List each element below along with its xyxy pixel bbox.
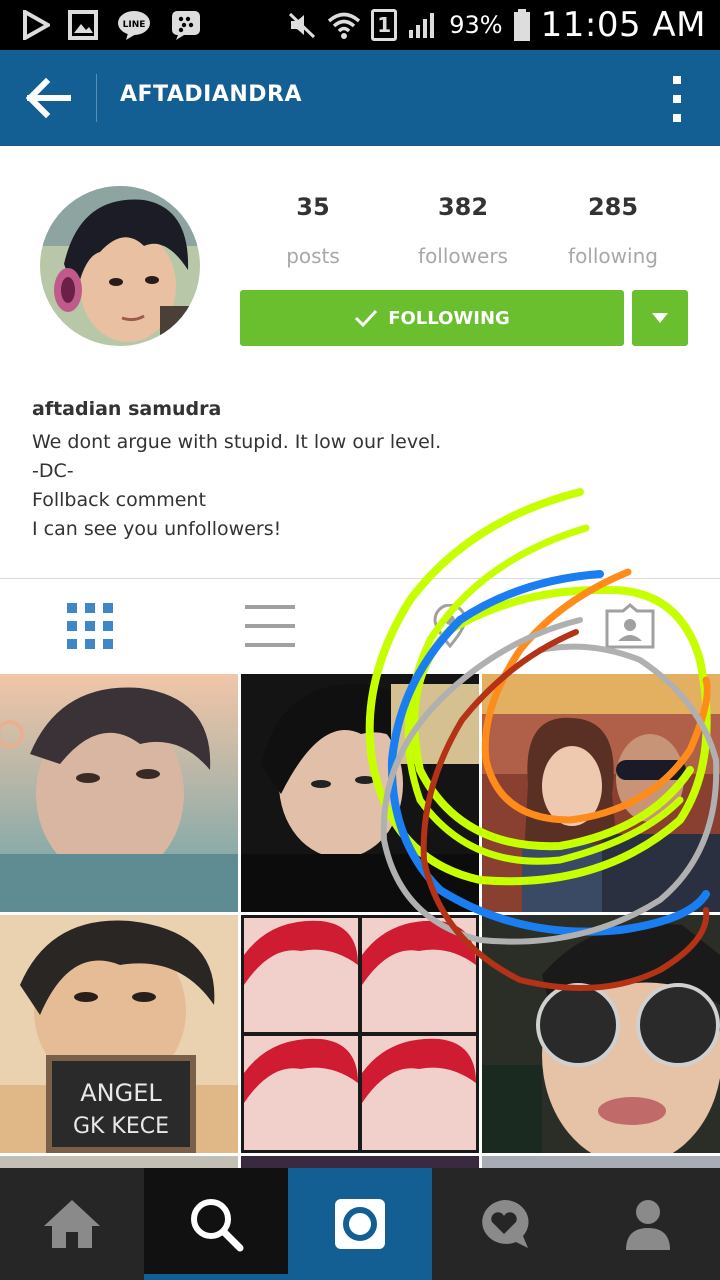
chalkboard-text: ANGEL — [80, 1079, 162, 1107]
person-icon — [626, 1200, 670, 1250]
avatar-image — [40, 186, 200, 346]
nav-active-indicator — [144, 1274, 288, 1280]
follow-options-dropdown[interactable] — [632, 290, 688, 346]
svg-text:LINE: LINE — [123, 20, 146, 30]
signal-icon — [409, 13, 435, 38]
home-icon — [44, 1200, 100, 1248]
page-title: AFTADIANDRA — [120, 82, 302, 107]
photo-image — [241, 674, 479, 912]
bio-line: I can see you unfollowers! — [32, 518, 282, 540]
photo-tile[interactable] — [241, 915, 479, 1153]
photo-image — [0, 674, 238, 912]
sim-icon: 1 — [371, 9, 398, 41]
avatar[interactable] — [40, 186, 200, 346]
tabs-divider — [0, 578, 720, 579]
stat-posts-label: posts — [286, 244, 340, 268]
photo-image — [482, 674, 720, 912]
stat-followers-label: followers — [418, 244, 508, 268]
checkmark-icon — [355, 309, 378, 328]
status-bar: LINE 1 93% 11:05 AM — [0, 0, 720, 50]
camera-icon — [335, 1199, 385, 1249]
battery-icon — [513, 9, 530, 41]
nav-home[interactable] — [0, 1168, 144, 1280]
list-icon — [245, 605, 295, 647]
mute-icon — [289, 12, 316, 39]
tab-list-view[interactable] — [180, 580, 360, 672]
nav-explore[interactable] — [144, 1168, 288, 1280]
stat-posts[interactable]: 35 posts — [238, 190, 388, 268]
nav-activity[interactable] — [432, 1168, 576, 1280]
stat-following-label: following — [568, 244, 658, 268]
gallery-icon — [68, 10, 98, 40]
tab-grid-view[interactable] — [0, 580, 180, 672]
stat-followers-value: 382 — [437, 193, 489, 221]
notification-icons: LINE — [22, 8, 202, 42]
more-vert-icon — [673, 76, 681, 84]
chalkboard-text: GK KECE — [73, 1114, 169, 1139]
back-button[interactable] — [14, 64, 82, 132]
play-store-icon — [23, 10, 50, 40]
bio: aftadian samudra We dont argue with stup… — [32, 396, 692, 544]
photo-image: ANGEL GK KECE — [0, 915, 238, 1153]
heart-bubble-icon — [482, 1199, 529, 1248]
photo-grid: ANGEL GK KECE — [0, 672, 720, 1172]
person-tag-icon — [605, 603, 655, 649]
photo-tile[interactable] — [482, 674, 720, 912]
clock: 11:05 AM — [540, 5, 706, 45]
following-button[interactable]: FOLLOWING — [240, 290, 624, 346]
bio-line: -DC- — [32, 460, 74, 482]
more-vert-dot — [673, 95, 681, 103]
more-vert-dot — [673, 114, 681, 122]
bio-name: aftadian samudra — [32, 398, 222, 420]
nav-camera[interactable] — [288, 1168, 432, 1280]
tab-map-view[interactable] — [360, 580, 540, 672]
arrow-left-icon — [25, 78, 71, 118]
battery-percent: 93% — [449, 11, 503, 39]
photo-tile[interactable] — [0, 674, 238, 912]
nav-profile[interactable] — [576, 1168, 720, 1280]
tab-tagged-view[interactable] — [540, 580, 720, 672]
app-bar-divider — [96, 74, 97, 122]
stat-following-value: 285 — [587, 193, 639, 221]
app-bar: AFTADIANDRA — [0, 50, 720, 146]
stat-following[interactable]: 285 following — [538, 190, 688, 268]
photo-image — [482, 915, 720, 1153]
location-icon — [433, 604, 467, 648]
photo-tile[interactable]: ANGEL GK KECE — [0, 915, 238, 1153]
following-button-label: FOLLOWING — [388, 307, 510, 329]
photo-tile[interactable] — [482, 915, 720, 1153]
system-icons: 1 93% 11:05 AM — [287, 4, 706, 46]
photo-tile[interactable] — [241, 674, 479, 912]
stat-followers[interactable]: 382 followers — [388, 190, 538, 268]
bio-line: We dont argue with stupid. It low our le… — [32, 431, 442, 453]
photo-image — [241, 915, 479, 1153]
bio-line: Follback comment — [32, 489, 206, 511]
triangle-down-icon — [652, 313, 668, 323]
search-icon — [191, 1199, 244, 1252]
screen: LINE 1 93% 11:05 AM AFTADIANDRA 35 posts… — [0, 0, 720, 1280]
wifi-icon — [328, 12, 361, 39]
line-app-icon: LINE — [118, 11, 150, 40]
bottom-nav — [0, 1168, 720, 1280]
stat-posts-value: 35 — [296, 193, 330, 221]
overflow-menu-button[interactable] — [662, 76, 692, 122]
bbm-icon — [172, 11, 200, 40]
grid-icon — [67, 603, 113, 649]
